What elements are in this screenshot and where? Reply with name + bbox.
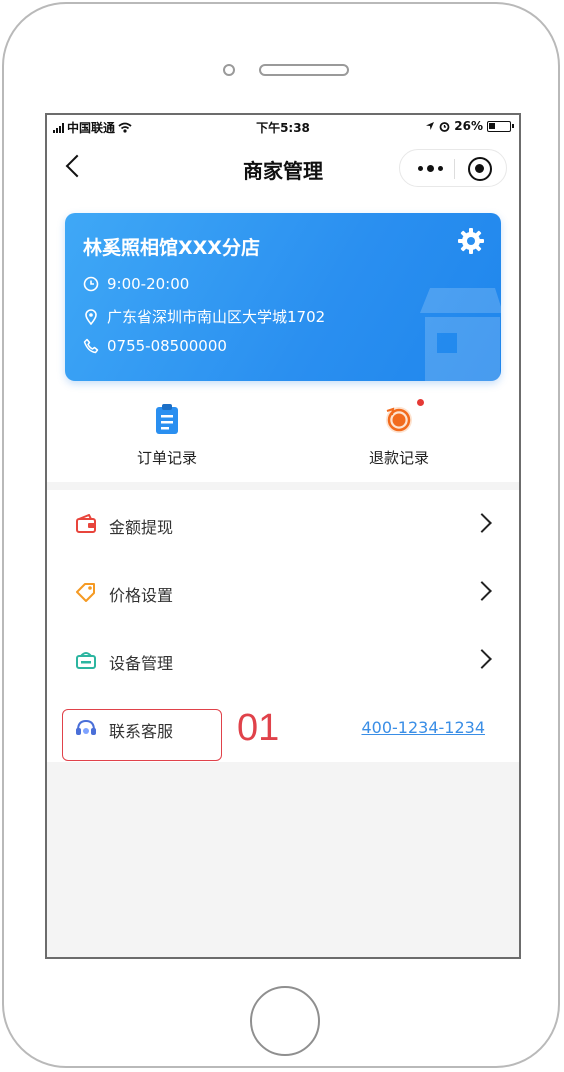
shop-address-row: 广东省深圳市南山区大学城1702 bbox=[83, 306, 325, 327]
front-camera bbox=[223, 64, 235, 76]
close-miniprogram-button[interactable] bbox=[468, 157, 492, 181]
shop-address: 广东省深圳市南山区大学城1702 bbox=[107, 308, 326, 326]
shop-hours: 9:00-20:00 bbox=[107, 275, 190, 293]
status-right: 26% bbox=[425, 119, 514, 133]
chevron-right-icon bbox=[472, 513, 492, 533]
menu-item-withdraw[interactable]: 金额提现 bbox=[47, 490, 519, 558]
status-bar: 中国联通 下午5:38 26% bbox=[47, 115, 519, 139]
gear-icon[interactable] bbox=[457, 227, 485, 255]
menu-item-price-settings[interactable]: 价格设置 bbox=[47, 558, 519, 626]
step-annotation: 01 bbox=[237, 707, 280, 749]
earpiece-speaker bbox=[259, 64, 349, 76]
navigation-bar: 商家管理 bbox=[47, 139, 519, 195]
refund-records-button[interactable]: 退款记录 bbox=[309, 399, 489, 473]
miniprogram-capsule bbox=[399, 149, 507, 187]
main-content: 林奚照相馆XXX分店 9:00-20:00 广东省深圳市南山区大学城1702 0… bbox=[47, 195, 519, 762]
section-divider bbox=[47, 482, 519, 490]
screen: 中国联通 下午5:38 26% 商家管理 林奚照相馆XXX分店 9:00-20:… bbox=[45, 113, 521, 959]
refund-records-label: 退款记录 bbox=[368, 449, 429, 467]
battery-icon bbox=[487, 120, 514, 132]
phone-icon bbox=[83, 338, 99, 354]
menu-item-device-management[interactable]: 设备管理 bbox=[47, 626, 519, 694]
alarm-icon bbox=[439, 121, 450, 132]
order-records-label: 订单记录 bbox=[136, 449, 197, 467]
shop-phone-row: 0755-08500000 bbox=[83, 337, 227, 355]
location-arrow-icon bbox=[426, 122, 435, 130]
chevron-right-icon bbox=[472, 649, 492, 669]
storefront-icon bbox=[420, 288, 501, 381]
price-tag-icon bbox=[76, 583, 95, 602]
clipboard-icon bbox=[156, 404, 178, 434]
menu-label-withdraw: 金额提现 bbox=[109, 518, 174, 537]
location-pin-icon bbox=[85, 308, 97, 325]
chevron-right-icon bbox=[472, 581, 492, 601]
highlight-box bbox=[62, 709, 222, 761]
shop-info-card: 林奚照相馆XXX分店 9:00-20:00 广东省深圳市南山区大学城1702 0… bbox=[65, 213, 501, 381]
refund-icon bbox=[386, 407, 412, 433]
more-options-button[interactable] bbox=[410, 156, 450, 180]
clock-icon bbox=[83, 276, 99, 292]
shop-phone: 0755-08500000 bbox=[107, 337, 227, 355]
shop-name: 林奚照相馆XXX分店 bbox=[83, 237, 260, 259]
home-button[interactable] bbox=[250, 986, 320, 1056]
device-icon bbox=[76, 652, 96, 669]
notification-dot bbox=[417, 399, 424, 406]
order-records-button[interactable]: 订单记录 bbox=[77, 403, 257, 473]
menu-label-device-management: 设备管理 bbox=[109, 654, 174, 673]
menu-label-price-settings: 价格设置 bbox=[109, 586, 174, 605]
shop-hours-row: 9:00-20:00 bbox=[83, 275, 189, 293]
service-hotline-link[interactable]: 400-1234-1234 bbox=[361, 718, 485, 737]
capsule-divider bbox=[454, 159, 455, 179]
battery-percent: 26% bbox=[454, 119, 483, 133]
wallet-icon bbox=[76, 514, 96, 533]
